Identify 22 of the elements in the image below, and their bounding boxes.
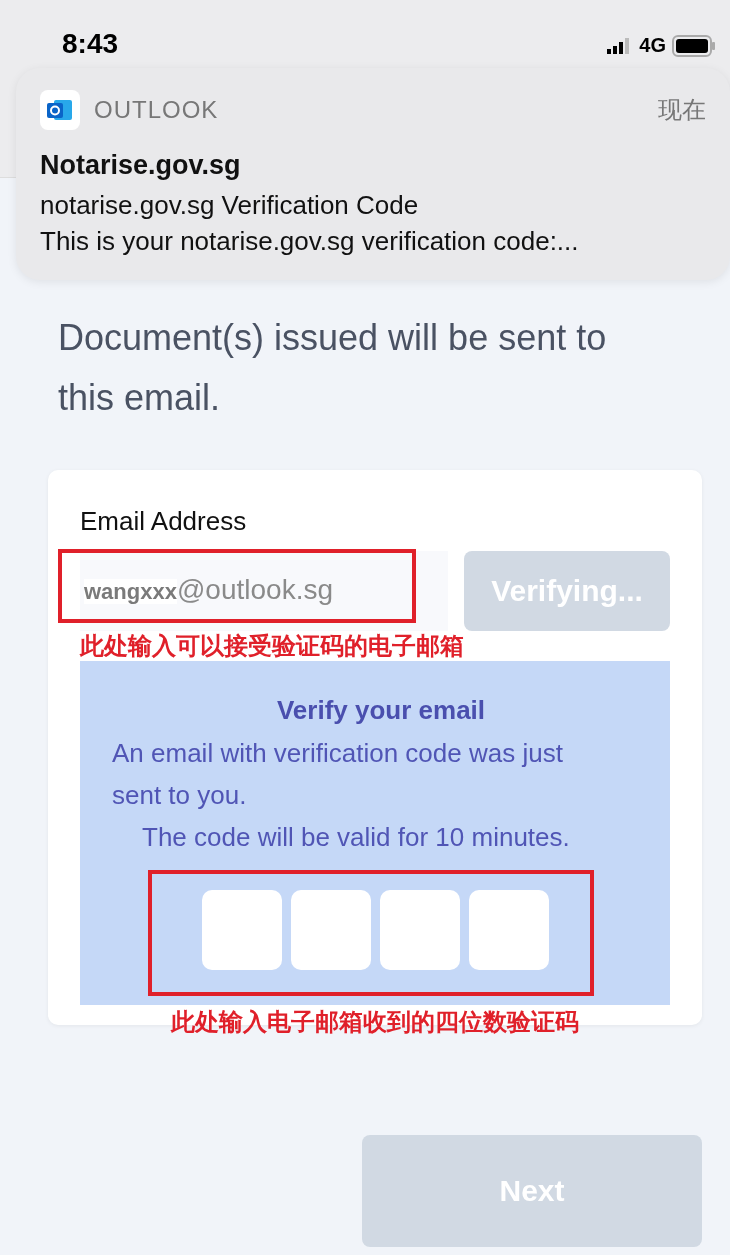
mail-app-icon [40,90,80,130]
verify-title: Verify your email [275,695,487,726]
notification-preview: This is your notarise.gov.sg verification code:... [40,225,580,258]
code-digit-field[interactable] [290,890,371,970]
status-time: 8:43 [62,28,119,60]
battery-icon [672,34,716,57]
annotation-text: 此处输入可以接受验证码的电子邮箱 [80,631,465,661]
verify-message: An email with verification code was just sent to you. [112,737,564,812]
notification-title: Notarise.gov.sg [40,150,242,181]
code-digit-field[interactable] [379,890,460,970]
notification-card[interactable]: OUTLOOK 现在 Notarise.gov.sg notarise.gov.sg Verification Code This is your notarise.gov.sg verification code:... [16,68,730,280]
email-field[interactable]: wangxxx@outlook.sg [80,551,448,631]
email-label: Email Address [80,506,248,537]
notification-subject: notarise.gov.sg Verification Code [40,189,420,222]
network-label: 4G [639,34,666,57]
validity-text: The code will be valid for 10 minutes. [141,821,571,854]
notification-time: 现在 [658,95,706,125]
annotation-text: 此处输入电子邮箱收到的四位数验证码 [169,1007,580,1037]
code-digit-field[interactable] [468,890,549,970]
code-digit-field[interactable] [201,890,282,970]
intro-text: Document(s) issued will be sent to this email. [58,316,608,420]
notification-app: OUTLOOK [94,96,220,124]
